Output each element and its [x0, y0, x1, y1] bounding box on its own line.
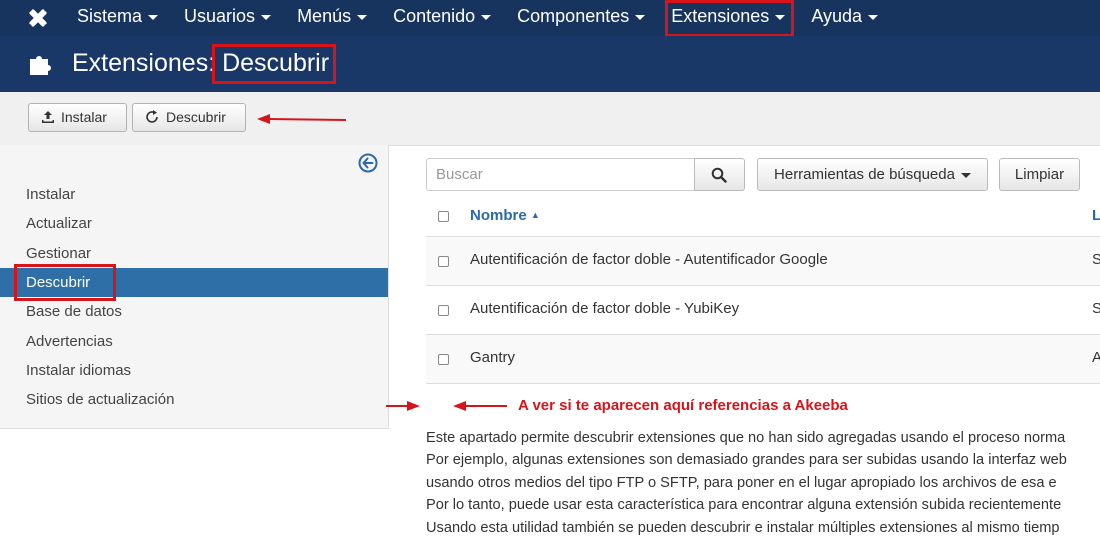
upload-icon [42, 111, 54, 123]
description-line: Este apartado permite descubrir extensio… [426, 430, 1066, 446]
select-all-checkbox[interactable] [438, 211, 449, 222]
caret-down-icon [481, 14, 492, 20]
menu-menus[interactable]: Menús [284, 0, 380, 36]
row-name: Gantry [470, 349, 516, 366]
table-row: Gantry A [426, 335, 1100, 384]
sidebar-item-descubrir[interactable]: Descubrir [0, 268, 388, 297]
description-line: Usando esta utilidad también se pueden d… [426, 519, 1060, 536]
red-arrow-discover-button [257, 114, 347, 124]
description-line: Por lo tanto, puede usar esta caracterís… [426, 497, 1062, 514]
row-checkbox[interactable] [438, 305, 449, 316]
menu-sistema[interactable]: Sistema [64, 0, 171, 36]
row-checkbox[interactable] [438, 354, 449, 365]
menu-ayuda[interactable]: Ayuda [798, 0, 891, 36]
row-name: Autentificación de factor doble - YubiKe… [470, 300, 740, 317]
caret-down-icon [261, 14, 272, 20]
sidebar-item-advertencias[interactable]: Advertencias [0, 327, 388, 356]
row-name: Autentificación de factor doble - Autent… [470, 251, 828, 268]
sidebar-item-sitios-de-actualizacion[interactable]: Sitios de actualización [0, 385, 388, 414]
main-menu: Sistema Usuarios Menús Contenido Compone… [64, 0, 891, 36]
joomla-logo-icon[interactable] [26, 6, 50, 30]
column-next-header[interactable]: L [1092, 207, 1100, 224]
sidebar-item-instalar[interactable]: Instalar [0, 180, 388, 209]
caret-down-icon [960, 172, 971, 178]
annotation-text: A ver si te aparecen aquí referencias a … [518, 397, 848, 414]
column-name-header[interactable]: Nombre ▲ [470, 207, 540, 224]
refresh-icon [146, 110, 158, 123]
row-checkbox[interactable] [438, 256, 449, 267]
description-line: usando otros medios del tipo FTP o SFTP,… [426, 474, 1057, 491]
clear-button[interactable]: Limpiar [999, 158, 1080, 191]
row-next-cell: S [1092, 251, 1100, 268]
sidebar-item-instalar-idiomas[interactable]: Instalar idiomas [0, 356, 388, 385]
sidebar-item-gestionar[interactable]: Gestionar [0, 239, 388, 268]
sort-asc-icon: ▲ [530, 210, 540, 220]
row-next-cell: A [1092, 349, 1100, 366]
table-row: Autentificación de factor doble - YubiKe… [426, 286, 1100, 335]
search-button[interactable] [694, 158, 745, 191]
red-arrow-right [386, 401, 420, 411]
table-row: Autentificación de factor doble - Autent… [426, 237, 1100, 286]
description-line: Por ejemplo, algunas extensiones son dem… [426, 452, 1067, 469]
toolbar: Instalar Descubrir [0, 92, 1100, 146]
page-title: Extensiones: Descubrir [72, 49, 330, 77]
caret-down-icon [775, 14, 786, 20]
row-next-cell: S [1092, 300, 1100, 317]
sidebar-item-actualizar[interactable]: Actualizar [0, 209, 388, 238]
menu-componentes[interactable]: Componentes [504, 0, 658, 36]
page-title-highlight: Descubrir [222, 49, 330, 77]
menu-contenido[interactable]: Contenido [380, 0, 504, 36]
collapse-left-icon[interactable] [358, 153, 378, 173]
search-icon [711, 167, 727, 183]
table-header: Nombre ▲ L [426, 196, 1100, 237]
menu-extensiones[interactable]: Extensiones [658, 0, 798, 36]
caret-down-icon [635, 14, 646, 20]
sidebar-item-base-de-datos[interactable]: Base de datos [0, 297, 388, 326]
red-arrow-left [453, 401, 507, 411]
puzzle-icon [30, 56, 51, 75]
caret-down-icon [868, 14, 879, 20]
caret-down-icon [148, 14, 159, 20]
install-button[interactable]: Instalar [28, 103, 127, 132]
menu-usuarios[interactable]: Usuarios [171, 0, 284, 36]
discover-button[interactable]: Descubrir [132, 103, 246, 132]
search-input[interactable]: Buscar [426, 158, 695, 191]
search-tools-button[interactable]: Herramientas de búsqueda [757, 158, 988, 191]
caret-down-icon [357, 14, 368, 20]
top-nav-bar: Sistema Usuarios Menús Contenido Compone… [0, 0, 1100, 36]
description-text: Este apartado permite descubrir extensio… [426, 427, 1100, 539]
page-header: Extensiones: Descubrir [0, 36, 1100, 92]
sidebar: Instalar Actualizar Gestionar Descubrir … [0, 145, 389, 429]
